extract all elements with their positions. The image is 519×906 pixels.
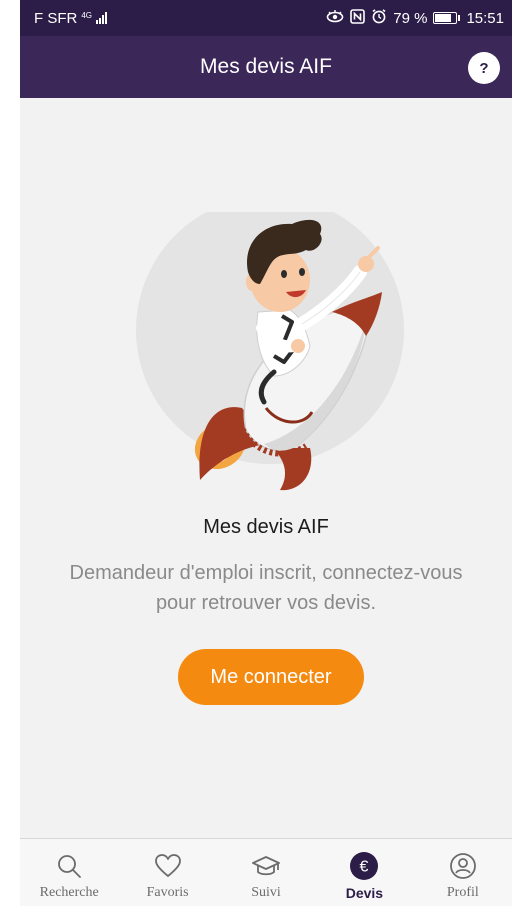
euro-icon: € <box>349 851 379 881</box>
nav-item-profil[interactable]: Profil <box>414 839 512 906</box>
nav-label: Favoris <box>146 885 189 900</box>
battery-percent: 79 % <box>393 9 428 27</box>
search-icon <box>54 851 84 881</box>
description-line-1: Demandeur d'emploi inscrit, connectez-vo… <box>69 562 463 584</box>
page-title: Mes devis AIF <box>200 55 332 78</box>
rocket-illustration <box>134 196 404 492</box>
eye-icon <box>326 9 344 27</box>
network-badge: 4G <box>81 10 93 20</box>
nav-item-recherche[interactable]: Recherche <box>20 839 118 906</box>
nav-item-suivi[interactable]: Suivi <box>217 839 315 906</box>
user-icon <box>448 851 478 881</box>
svg-text:€: € <box>360 859 369 876</box>
empty-state-description: Demandeur d'emploi inscrit, connectez-vo… <box>20 558 512 618</box>
nav-item-favoris[interactable]: Favoris <box>118 839 216 906</box>
nav-item-devis[interactable]: € Devis <box>315 839 413 906</box>
app-bar: Mes devis AIF ? <box>20 36 512 98</box>
login-button[interactable]: Me connecter <box>178 649 364 705</box>
signal-icon <box>96 12 108 24</box>
carrier-name: F SFR <box>34 9 78 27</box>
clock: 15:51 <box>466 9 504 27</box>
nav-label: Recherche <box>39 885 99 900</box>
alarm-icon <box>371 8 387 28</box>
status-bar: F SFR 4G 79 % 15:51 <box>20 0 512 36</box>
nav-label: Devis <box>345 885 384 901</box>
description-line-2: pour retrouver vos devis. <box>155 592 377 614</box>
nfc-icon <box>350 8 366 28</box>
help-button[interactable]: ? <box>468 52 500 84</box>
status-left: F SFR 4G <box>34 9 108 27</box>
nav-label: Profil <box>446 885 479 900</box>
graduation-cap-icon <box>251 851 281 881</box>
heart-icon <box>153 851 183 881</box>
screen: F SFR 4G 79 % 15:51 Mes devis AIF ? Mes … <box>0 0 519 906</box>
bottom-navigation: Recherche Favoris Suivi € Devis Profil <box>20 838 512 906</box>
empty-state-title: Mes devis AIF <box>203 516 329 538</box>
nav-label: Suivi <box>251 885 281 900</box>
status-right: 79 % 15:51 <box>326 8 504 28</box>
battery-icon <box>433 12 461 24</box>
phone-screen: F SFR 4G 79 % 15:51 Mes devis AIF ? Mes … <box>20 0 512 906</box>
